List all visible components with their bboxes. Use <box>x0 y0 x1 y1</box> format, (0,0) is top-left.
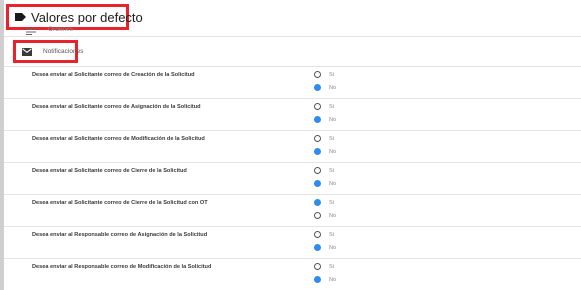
question-label: Desea enviar al Solicitante correo de Ci… <box>32 168 187 174</box>
radio-no[interactable] <box>314 244 321 251</box>
radio-no[interactable] <box>314 180 321 187</box>
radio-si[interactable] <box>314 231 321 238</box>
radio-si[interactable] <box>314 71 321 78</box>
radio-no[interactable] <box>314 276 321 283</box>
option-no[interactable]: No <box>314 275 336 284</box>
question-label: Desea enviar al Solicitante correo de As… <box>32 104 201 110</box>
label-tag-icon <box>15 13 26 21</box>
question-row: Desea enviar al Responsable correo de As… <box>4 227 581 259</box>
option-no[interactable]: No <box>314 115 336 124</box>
option-no[interactable]: No <box>314 147 336 156</box>
radio-no[interactable] <box>314 116 321 123</box>
option-no-label: No <box>329 116 337 123</box>
page-header: Valores por defecto Ordenes <box>4 0 581 36</box>
option-no-label: No <box>329 244 337 251</box>
option-no-label: No <box>329 276 337 283</box>
option-si[interactable]: Si <box>314 198 334 207</box>
question-label: Desea enviar al Solicitante correo de Ci… <box>32 200 208 206</box>
option-no-label: No <box>329 84 337 91</box>
question-row: Desea enviar al Solicitante correo de As… <box>4 99 581 131</box>
radio-si[interactable] <box>314 263 321 270</box>
option-si-label: Si <box>329 167 334 174</box>
radio-si[interactable] <box>314 103 321 110</box>
option-no[interactable]: No <box>314 211 336 220</box>
question-label: Desea enviar al Responsable correo de As… <box>32 232 208 238</box>
radio-si[interactable] <box>314 167 321 174</box>
option-no-label: No <box>329 212 337 219</box>
question-row: Desea enviar al Solicitante correo de Mo… <box>4 131 581 163</box>
question-label: Desea enviar al Solicitante correo de Cr… <box>32 72 195 78</box>
question-label: Desea enviar al Solicitante correo de Mo… <box>32 136 205 142</box>
mail-icon <box>22 48 32 56</box>
settings-page: Valores por defecto Ordenes Notificacion… <box>0 0 581 290</box>
question-row: Desea enviar al Solicitante correo de Ci… <box>4 195 581 227</box>
option-no-label: No <box>329 148 337 155</box>
option-no[interactable]: No <box>314 243 336 252</box>
page-title: Valores por defecto <box>31 10 143 25</box>
question-row: Desea enviar al Responsable correo de Mo… <box>4 259 581 290</box>
option-si-label: Si <box>329 135 334 142</box>
radio-si[interactable] <box>314 199 321 206</box>
radio-no[interactable] <box>314 148 321 155</box>
option-no[interactable]: No <box>314 179 336 188</box>
option-no-label: No <box>329 180 337 187</box>
option-si[interactable]: Si <box>314 262 334 271</box>
question-label: Desea enviar al Responsable correo de Mo… <box>32 264 212 270</box>
option-si[interactable]: Si <box>314 230 334 239</box>
option-si[interactable]: Si <box>314 166 334 175</box>
option-si-label: Si <box>329 231 334 238</box>
question-row: Desea enviar al Solicitante correo de Ci… <box>4 163 581 195</box>
option-si[interactable]: Si <box>314 70 334 79</box>
section-header[interactable]: Notificaciones <box>4 37 581 66</box>
radio-no[interactable] <box>314 212 321 219</box>
option-si-label: Si <box>329 103 334 110</box>
option-si[interactable]: Si <box>314 102 334 111</box>
option-si-label: Si <box>329 199 334 206</box>
question-row: Desea enviar al Solicitante correo de Cr… <box>4 67 581 99</box>
menu-lines-icon[interactable] <box>26 29 36 35</box>
nav-ordenes-link[interactable]: Ordenes <box>48 26 73 33</box>
option-si[interactable]: Si <box>314 134 334 143</box>
radio-si[interactable] <box>314 135 321 142</box>
radio-no[interactable] <box>314 84 321 91</box>
option-si-label: Si <box>329 71 334 78</box>
option-no[interactable]: No <box>314 83 336 92</box>
option-si-label: Si <box>329 263 334 270</box>
section-title: Notificaciones <box>43 48 84 55</box>
